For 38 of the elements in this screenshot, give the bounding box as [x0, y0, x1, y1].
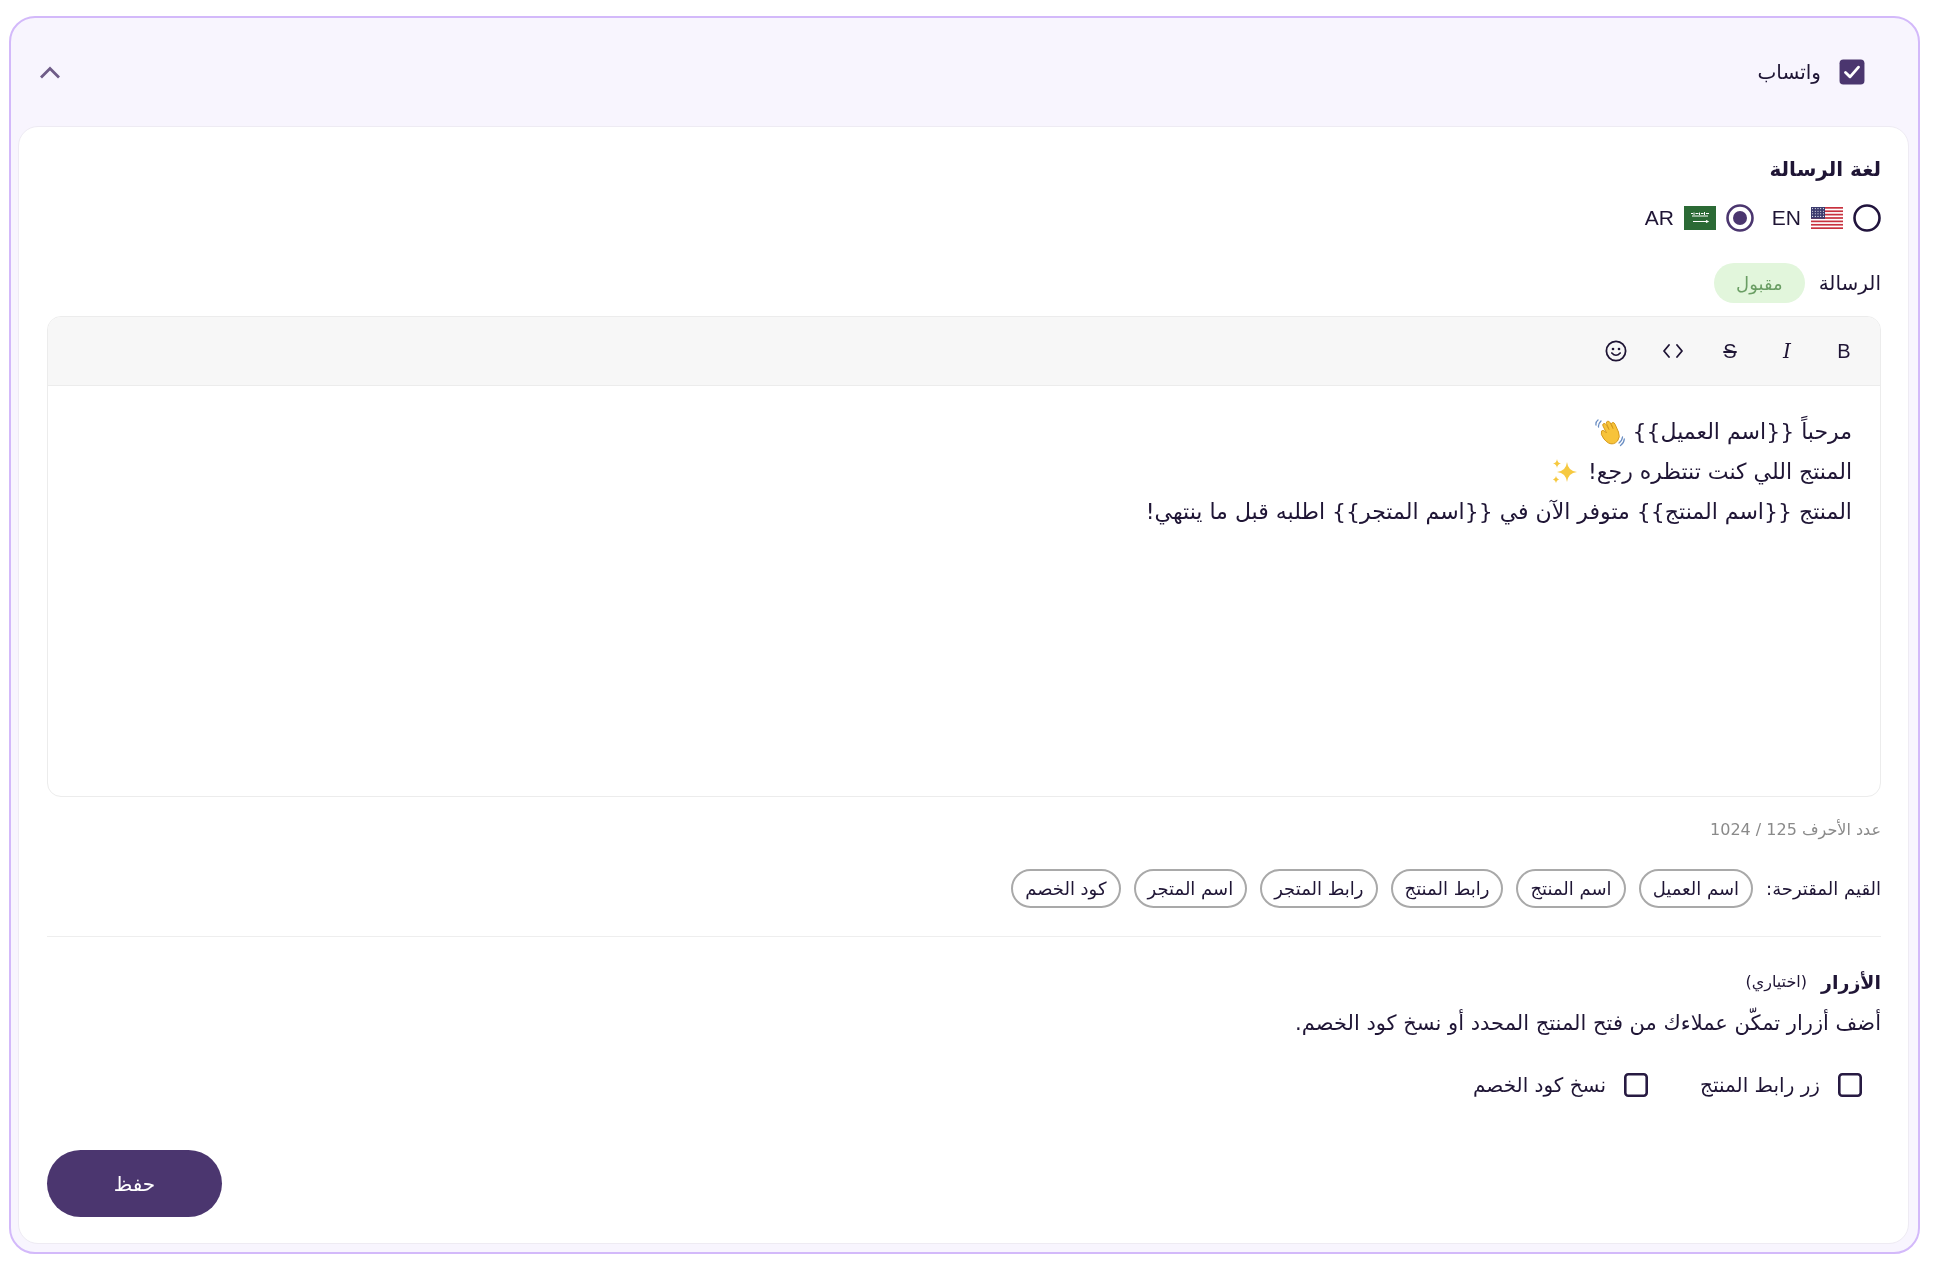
language-label: AR [1644, 206, 1674, 230]
checkbox[interactable] [1624, 1073, 1648, 1097]
emoji-icon[interactable] [1605, 340, 1627, 362]
variable-chip[interactable]: اسم العميل [1638, 869, 1754, 908]
section-title: الأزرار [1821, 970, 1881, 996]
waving-hand-icon [1594, 417, 1625, 447]
save-button[interactable]: حفظ [47, 1150, 222, 1217]
suggestions-label: القيم المقترحة: [1766, 878, 1881, 899]
section-title: لغة الرسالة [1768, 156, 1881, 183]
message-line: المنتج {{اسم المنتج}} متوفر الآن في {{اسم المتجر}} اطلبه قبل ما ينتهي! [1145, 498, 1852, 527]
language-label: EN [1771, 206, 1801, 230]
strikethrough-button[interactable]: S [1710, 331, 1750, 371]
saudi-flag-icon [1683, 206, 1716, 230]
character-count: عدد الأحرف 125 / 1024 [1709, 818, 1881, 842]
variable-chip[interactable]: رابط المتجر [1260, 869, 1378, 908]
channel-label: واتساب [1757, 60, 1821, 84]
message-input-field[interactable]: مرحباً {{اسم العميل}} المنتج اللي كنت تنتظره رجع! المنتج {{اسم المنتج}} متوفر الآن في {{اسم المتجر}} اطلبه قبل ما ينتهي! [48, 386, 1880, 796]
checkbox-label: زر رابط المنتج [1700, 1073, 1820, 1097]
italic-button[interactable]: I [1767, 331, 1807, 371]
variable-chip[interactable]: كود الخصم [1011, 869, 1121, 908]
channel-checkbox[interactable] [1839, 59, 1865, 85]
field-label: الرسالة [1818, 271, 1881, 295]
code-icon[interactable] [1663, 344, 1683, 358]
us-flag-icon [1811, 207, 1843, 229]
variable-chip[interactable]: اسم المتجر [1133, 869, 1248, 908]
message-line: مرحباً {{اسم العميل}} [1632, 412, 1852, 452]
optional-hint: (اختياري) [1745, 971, 1807, 994]
message-line: المنتج اللي كنت تنتظره رجع! [1588, 458, 1852, 487]
radio-button[interactable] [1725, 204, 1754, 232]
checkbox-label: نسخ كود الخصم [1473, 1073, 1606, 1097]
bold-button[interactable]: B [1824, 331, 1864, 371]
checkbox[interactable] [1838, 1073, 1862, 1097]
variable-chip[interactable]: رابط المنتج [1390, 869, 1504, 908]
radio-button[interactable] [1853, 204, 1881, 232]
variable-chip[interactable]: اسم المنتج [1516, 869, 1626, 908]
status-badge: مقبول [1714, 263, 1805, 303]
chevron-up-icon[interactable] [39, 65, 61, 79]
section-description: أضف أزرار تمكّن عملاءك من فتح المنتج المحدد أو نسخ كود الخصم. [47, 1008, 1881, 1038]
